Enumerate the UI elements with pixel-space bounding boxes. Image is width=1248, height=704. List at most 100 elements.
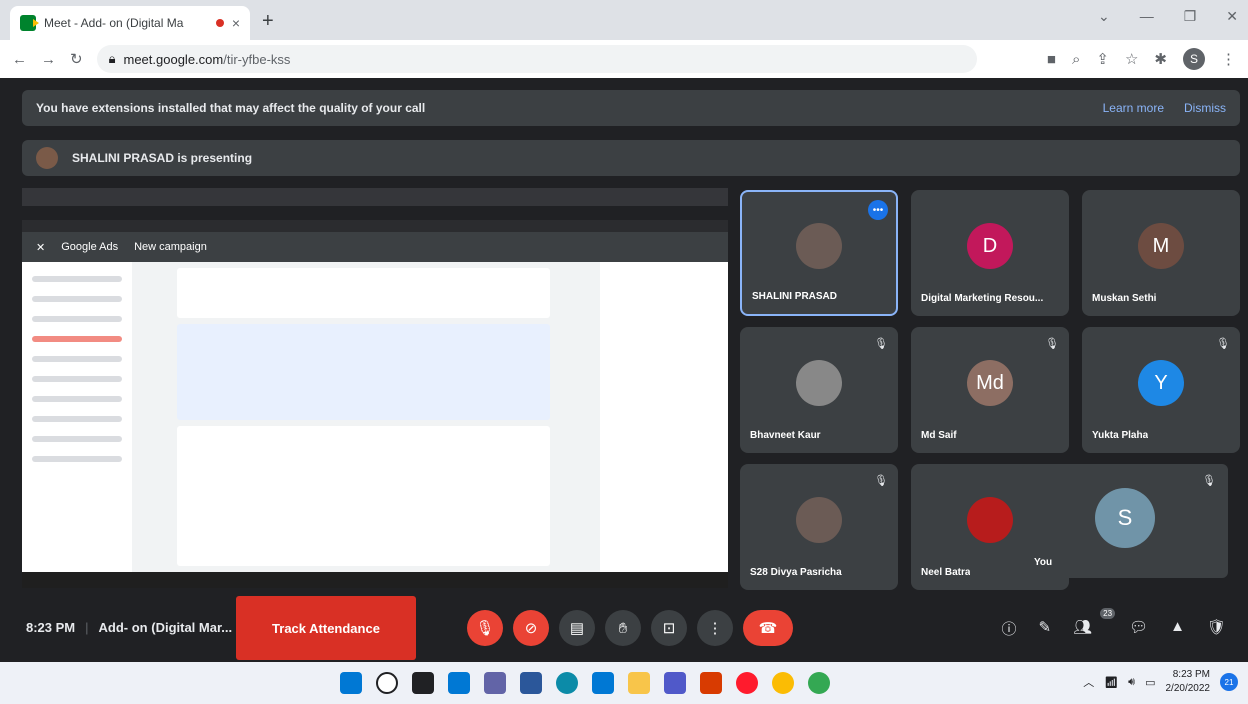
shared-ads-main [177,262,550,588]
camera-icon[interactable]: ■ [1047,51,1056,68]
tile-options-icon[interactable]: ••• [868,200,888,220]
new-tab-button[interactable]: + [262,10,274,33]
url-path: /tir-yfbe-kss [223,51,291,67]
shared-ads-body [22,262,728,588]
shared-ads-close-icon: ✕ [36,241,46,254]
start-icon[interactable] [340,672,362,694]
more-options-button[interactable]: ⋮ [697,610,733,646]
shared-screen: ✕ Google Ads New campaign [22,188,728,588]
task-view-icon[interactable] [412,672,434,694]
profile-avatar[interactable]: S [1183,48,1205,70]
meet-favicon-icon [20,15,39,31]
zoom-icon[interactable]: ⌕ [1072,51,1080,68]
word-icon[interactable] [520,672,542,694]
shared-taskbar [22,572,728,588]
window-controls: ⌄ — ❐ ✕ [1098,8,1238,25]
track-attendance-button[interactable]: Track Attendance [236,596,416,660]
host-controls-icon[interactable]: ✎ [1039,618,1052,639]
mic-off-button[interactable]: 🎙︎ [467,610,503,646]
participant-name: Muskan Sethi [1092,293,1157,304]
restore-button[interactable]: ❐ [1184,8,1197,25]
extensions-icon[interactable]: ✱ [1154,50,1167,68]
chat-icon[interactable]: 💬︎ [1129,618,1148,639]
learn-more-link[interactable]: Learn more [1103,101,1164,115]
browser-tab[interactable]: Meet - Add- on (Digital Ma × [10,6,250,40]
tray-overflow-icon[interactable]: ︿ [1083,674,1094,690]
presenting-text: SHALINI PRASAD is presenting [72,151,253,165]
people-icon[interactable]: 👥︎23 [1073,608,1116,639]
forward-icon[interactable]: → [41,51,56,68]
shared-bookmarks [22,220,728,232]
dismiss-link[interactable]: Dismiss [1184,101,1226,115]
minimize-button[interactable]: — [1140,8,1154,25]
participant-tile[interactable]: M Muskan Sethi [1082,190,1240,316]
participant-avatar [796,360,842,406]
teams-chat-icon[interactable] [484,672,506,694]
participant-name: SHALINI PRASAD [752,291,838,302]
shared-browser-url [22,206,728,220]
reload-icon[interactable]: ↻ [70,50,83,68]
participant-avatar [967,497,1013,543]
participant-tile[interactable]: 🎙︎ Md Md Saif [911,327,1069,453]
battery-icon[interactable]: ▭ [1145,676,1155,689]
share-icon[interactable]: ⇪ [1096,50,1109,68]
clock-date: 2/20/2022 [1165,683,1211,694]
file-explorer-icon[interactable] [628,672,650,694]
participant-avatar [796,223,842,269]
edge-icon[interactable] [556,672,578,694]
shared-ads-header: ✕ Google Ads New campaign [22,232,728,262]
leave-call-button[interactable]: ☎︎ [743,610,793,646]
system-tray: ︿ 📶︎ 🔊︎ ▭ 8:23 PM 2/20/2022 21 [1083,668,1238,696]
tab-close-button[interactable]: × [232,15,240,31]
participant-tile[interactable]: D Digital Marketing Resou... [911,190,1069,316]
teams-icon[interactable] [664,672,686,694]
meeting-info: 8:23 PM | Add- on (Digital Mar... [26,620,232,635]
call-controls: 🎙︎ ⊘ ▤ ✋︎ ⊡ ⋮ ☎︎ [467,610,793,646]
store-icon[interactable] [592,672,614,694]
tab-search-icon[interactable]: ⌄ [1098,8,1110,25]
widgets-icon[interactable] [448,672,470,694]
raise-hand-button[interactable]: ✋︎ [605,610,641,646]
participant-tile[interactable]: 🎙︎ Y Yukta Plaha [1082,327,1240,453]
office-icon[interactable] [700,672,722,694]
taskbar-clock[interactable]: 8:23 PM 2/20/2022 [1166,668,1211,696]
muted-mic-icon: 🎙︎ [1216,338,1230,350]
taskbar-apps [340,672,830,694]
back-icon[interactable]: ← [12,51,27,68]
self-avatar: S [1095,488,1155,548]
notification-badge[interactable]: 21 [1220,673,1238,691]
chrome-canary-icon[interactable] [772,672,794,694]
participant-tile[interactable]: 🎙︎ Bhavneet Kaur [740,327,898,453]
present-button[interactable]: ⊡ [651,610,687,646]
side-controls: ⓘ ✎ 👥︎23 💬︎ ▲ 🛡︎ [1002,608,1226,639]
captions-button[interactable]: ▤ [559,610,595,646]
activities-icon[interactable]: ▲ [1170,618,1185,639]
participant-tile[interactable]: 🎙︎ S28 Divya Pasricha [740,464,898,590]
close-window-button[interactable]: ✕ [1226,8,1238,25]
participant-tile[interactable]: ••• SHALINI PRASAD [740,190,898,316]
participant-name: Digital Marketing Resou... [921,293,1044,304]
wifi-icon[interactable]: 📶︎ [1104,676,1118,689]
shield-icon[interactable]: 🛡︎ [1207,618,1226,639]
volume-icon[interactable]: 🔊︎ [1128,676,1135,689]
extensions-warning-banner: You have extensions installed that may a… [22,90,1240,126]
participant-name: Bhavneet Kaur [750,430,821,441]
shared-ads-app: Google Ads [61,241,119,253]
clock-time: 8:23 PM [1172,669,1210,680]
muted-mic-icon: 🎙︎ [1202,475,1216,487]
self-view-tile[interactable]: 🎙︎ S You [1022,464,1228,578]
windows-taskbar: ︿ 📶︎ 🔊︎ ▭ 8:23 PM 2/20/2022 21 [0,662,1248,704]
chrome-icon[interactable] [808,672,830,694]
muted-mic-icon: 🎙︎ [874,338,888,350]
divider: | [85,620,89,635]
opera-icon[interactable] [736,672,758,694]
menu-icon[interactable]: ⋮ [1221,50,1236,68]
meet-control-bar: 8:23 PM | Add- on (Digital Mar... Track … [0,594,1248,662]
bookmark-star-icon[interactable]: ☆ [1125,50,1138,68]
address-bar[interactable]: 🔒︎ meet.google.com/tir-yfbe-kss [96,45,977,73]
muted-mic-icon: 🎙︎ [1045,338,1059,350]
search-icon[interactable] [376,672,398,694]
meeting-details-icon[interactable]: ⓘ [1002,618,1017,639]
camera-off-button[interactable]: ⊘ [513,610,549,646]
meet-stage: You have extensions installed that may a… [0,78,1248,662]
